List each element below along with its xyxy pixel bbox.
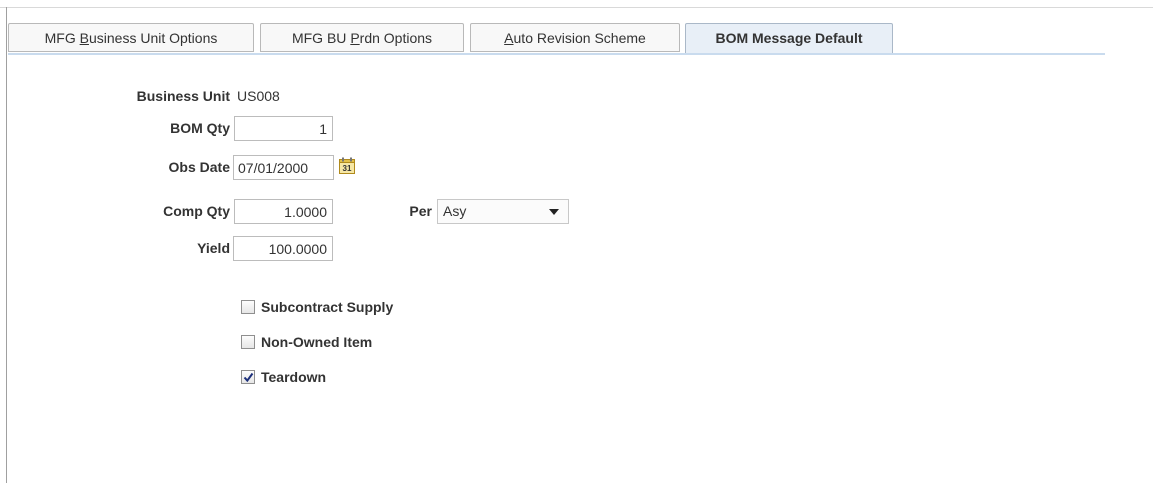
left-border xyxy=(6,7,7,483)
yield-label: Yield xyxy=(197,240,230,256)
tab-auto-revision-scheme[interactable]: Auto Revision Scheme xyxy=(470,23,680,52)
chevron-down-icon xyxy=(549,209,559,215)
calendar-icon[interactable]: 31 xyxy=(339,157,355,174)
subcontract-supply-label: Subcontract Supply xyxy=(261,299,394,315)
comp-qty-input[interactable] xyxy=(234,199,333,224)
non-owned-item-checkbox[interactable] xyxy=(241,335,255,349)
subcontract-supply-checkbox[interactable] xyxy=(241,300,255,314)
tab-label-accesskey: P xyxy=(350,30,360,46)
tab-label-pre: MFG xyxy=(44,30,80,46)
business-unit-label: Business Unit xyxy=(136,88,230,104)
tab-label-post: uto Revision Scheme xyxy=(513,30,646,46)
non-owned-item-label: Non-Owned Item xyxy=(261,334,373,350)
tab-label-accesskey: B xyxy=(79,30,89,46)
svg-text:31: 31 xyxy=(343,164,352,173)
tab-label-accesskey: A xyxy=(504,30,514,46)
tab-label: BOM Message Default xyxy=(715,30,863,46)
per-dropdown[interactable]: Asy xyxy=(437,199,569,224)
per-selected-value: Asy xyxy=(443,203,467,219)
bom-qty-label: BOM Qty xyxy=(170,120,230,136)
tab-bar-underline xyxy=(8,53,1105,55)
comp-qty-label: Comp Qty xyxy=(163,203,230,219)
tab-mfg-business-unit-options[interactable]: MFG Business Unit Options xyxy=(8,23,254,52)
top-divider xyxy=(0,7,1153,8)
bom-qty-input[interactable] xyxy=(234,116,333,141)
business-unit-value: US008 xyxy=(237,88,280,104)
obs-date-label: Obs Date xyxy=(168,159,230,175)
tab-label-post: rdn Options xyxy=(359,30,433,46)
tab-label-post: usiness Unit Options xyxy=(88,30,218,46)
checkmark-icon xyxy=(243,372,254,383)
yield-input[interactable] xyxy=(233,236,333,261)
tab-mfg-bu-prdn-options[interactable]: MFG BU Prdn Options xyxy=(260,23,464,52)
teardown-checkbox[interactable] xyxy=(241,370,255,384)
tab-label-pre: MFG BU xyxy=(291,30,351,46)
teardown-label: Teardown xyxy=(261,369,327,385)
per-label: Per xyxy=(409,203,432,219)
tab-bom-message-default[interactable]: BOM Message Default xyxy=(685,23,893,54)
obs-date-input[interactable] xyxy=(233,155,334,180)
